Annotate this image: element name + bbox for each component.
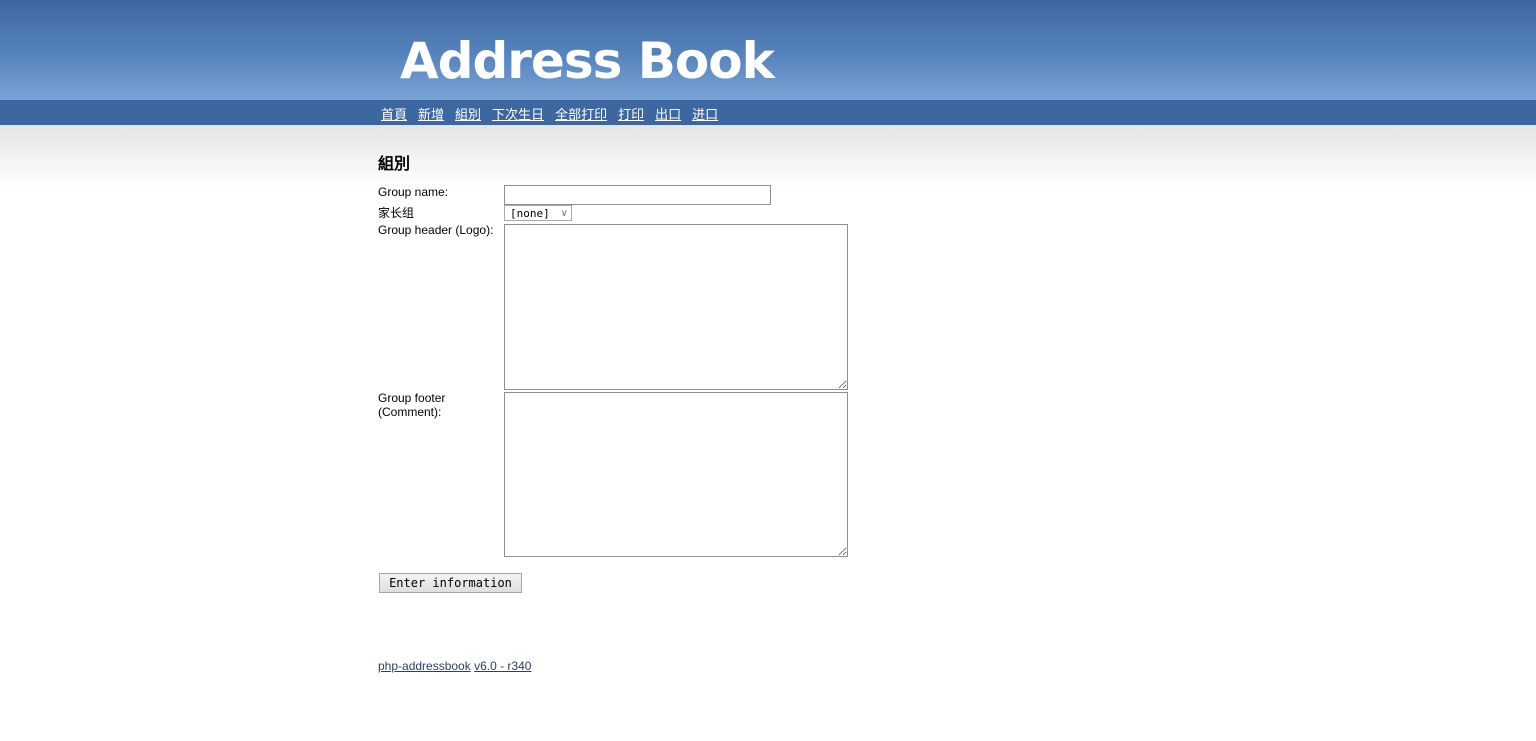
nav-link-print-all[interactable]: 全部打印 [555, 104, 607, 122]
group-name-label: Group name: [378, 185, 449, 199]
nav-link-import[interactable]: 进口 [692, 104, 718, 122]
nav-link-groups[interactable]: 組別 [455, 104, 481, 122]
parent-group-select[interactable]: [none] ∨ [504, 205, 572, 221]
nav-bar [0, 100, 1536, 125]
parent-group-selected: [none] [510, 207, 550, 220]
footer: php-addressbook v6.0 - r340 [378, 659, 531, 673]
group-footer-label: Group footer (Comment): [378, 391, 446, 419]
nav-link-add[interactable]: 新增 [418, 104, 444, 122]
nav-link-export[interactable]: 出口 [655, 104, 681, 122]
group-footer-textarea[interactable] [504, 392, 848, 557]
group-header-textarea[interactable] [504, 224, 848, 390]
version-link[interactable]: v6.0 - r340 [474, 659, 531, 673]
app-logo: Address Book [400, 32, 775, 90]
nav-link-next-birthdays[interactable]: 下次生日 [492, 104, 544, 122]
nav-link-home[interactable]: 首頁 [381, 104, 407, 122]
group-name-input[interactable] [504, 185, 771, 205]
chevron-down-icon: ∨ [560, 208, 568, 219]
enter-information-button[interactable]: Enter information [379, 573, 522, 593]
app-home-link[interactable]: php-addressbook [378, 659, 471, 673]
parent-group-label: 家长组 [378, 206, 415, 220]
page-title: 組別 [378, 154, 411, 173]
content-fade [0, 125, 1536, 187]
main-nav: 首頁 新增 組別 下次生日 全部打印 打印 出口 进口 [381, 104, 718, 122]
group-header-label: Group header (Logo): [378, 223, 494, 237]
nav-link-print[interactable]: 打印 [618, 104, 644, 122]
